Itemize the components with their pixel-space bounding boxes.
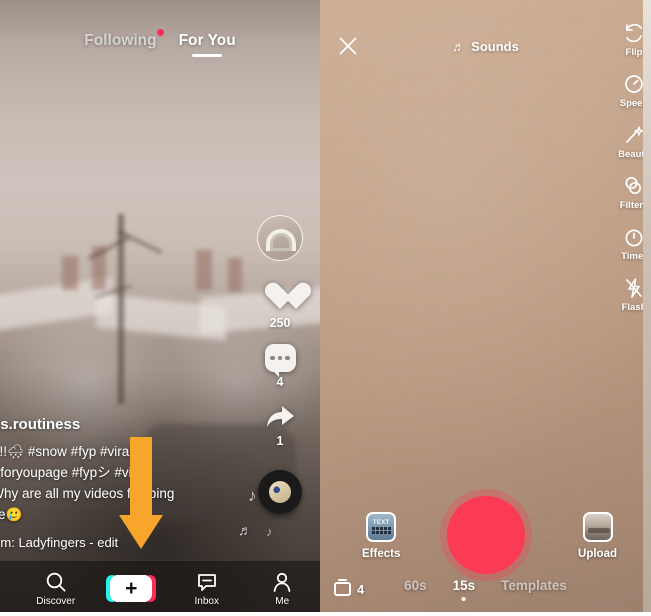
avatar	[257, 215, 303, 261]
like-count: 250	[269, 316, 291, 330]
add-sounds-button[interactable]: ♬ Sounds	[452, 39, 519, 54]
share-count: 1	[276, 434, 284, 448]
chimney-shape	[228, 258, 242, 292]
effects-thumbnail: TEXT	[366, 512, 397, 542]
camera-bottom-controls: TEXT Effects Upload 4 60s 15s Templates	[320, 476, 651, 616]
flip-camera-icon	[626, 23, 642, 43]
mode-15s[interactable]: 15s	[452, 577, 476, 601]
share-arrow-icon	[267, 406, 294, 427]
frames-counter[interactable]: 4	[334, 579, 365, 597]
music-note-icon: ♪	[266, 524, 273, 539]
chimney-shape	[196, 250, 212, 290]
frames-icon	[334, 579, 351, 596]
tiktok-feed-panel: Following For You 250 4 1 ♪ ♬ ♪ s.routin…	[0, 0, 320, 616]
upload-thumbnail	[582, 512, 613, 542]
upload-label: Upload	[578, 548, 617, 560]
nav-item-create[interactable]: +	[94, 575, 170, 602]
inbox-icon	[197, 573, 216, 591]
feed-tab-bar: Following For You	[0, 29, 320, 57]
tiktok-camera-panel: ♬ Sounds Flip Speed Beauty Filters Timer…	[320, 0, 651, 616]
caption-line: ou #foryoupage #fypシ #viral	[0, 465, 147, 481]
chimney-shape	[62, 256, 78, 290]
heart-icon	[264, 283, 296, 313]
flash-icon	[626, 278, 642, 298]
upload-button[interactable]: Upload	[578, 512, 617, 560]
author-username[interactable]: ences.routiness	[0, 416, 250, 433]
video-caption-block: ences.routiness day!!!🌨 #snow #fyp #vira…	[0, 416, 250, 550]
tool-label-flip: Flip	[625, 47, 643, 58]
nav-item-inbox[interactable]: Inbox	[169, 571, 245, 607]
record-button[interactable]	[446, 496, 525, 574]
comment-button[interactable]: 4	[264, 344, 296, 389]
duration-mode-group: 60s 15s Templates	[404, 578, 567, 601]
effects-keyboard-glyph	[371, 527, 391, 530]
comment-count: 4	[276, 375, 284, 389]
active-mode-dot	[461, 596, 466, 601]
effects-tile-text: TEXT	[372, 520, 390, 526]
new-activity-dot	[156, 29, 164, 36]
camera-mode-bar: 4 60s 15s Templates	[320, 574, 651, 604]
bottom-edge-strip	[0, 612, 651, 616]
beauty-wand-icon	[626, 126, 644, 143]
rainbow-avatar-art	[266, 229, 296, 251]
close-camera-button[interactable]	[336, 34, 360, 58]
timer-icon	[625, 229, 643, 247]
caption-line: day!!!🌨 #snow #fyp #viral	[0, 444, 133, 460]
tab-for-you-label: For You	[178, 32, 236, 49]
caption-line: e like🥲	[0, 507, 23, 523]
like-button[interactable]: 250	[264, 283, 296, 330]
avatar-button[interactable]	[257, 215, 303, 261]
music-disc-artwork	[269, 481, 291, 503]
nav-label-me: Me	[275, 595, 290, 607]
mode-templates[interactable]: Templates	[501, 578, 567, 601]
comment-bubble-icon	[264, 344, 296, 377]
close-icon	[339, 37, 357, 55]
right-edge-strip	[643, 0, 651, 616]
feed-bottom-nav: Discover + Inbox Me	[0, 560, 320, 616]
tab-following[interactable]: Following	[84, 29, 164, 57]
effects-keyboard-glyph	[371, 531, 391, 534]
caption-line: vy Why are all my videos flopping	[0, 486, 175, 502]
nav-item-me[interactable]: Me	[245, 571, 321, 607]
speed-icon	[625, 75, 643, 93]
effects-button[interactable]: TEXT Effects	[362, 512, 400, 560]
mode-60s[interactable]: 60s	[404, 578, 427, 601]
profile-icon	[273, 572, 291, 592]
music-note-icon: ♬	[452, 38, 466, 54]
search-icon	[46, 572, 66, 592]
sounds-label: Sounds	[471, 38, 519, 54]
filters-icon	[625, 176, 642, 195]
plus-create-icon: +	[110, 575, 153, 602]
mode-templates-label: Templates	[501, 577, 567, 593]
share-button[interactable]: 1	[264, 403, 296, 448]
plus-create-button[interactable]: +	[106, 575, 157, 602]
tab-following-label: Following	[84, 32, 157, 49]
camera-top-bar: ♬ Sounds	[320, 32, 651, 60]
music-disc-button[interactable]	[258, 470, 302, 514]
frames-count: 4	[357, 581, 365, 597]
active-tab-underline	[192, 54, 223, 57]
nav-label-inbox: Inbox	[194, 595, 219, 607]
music-attribution[interactable]: : from: Ladyfingers - edit	[0, 535, 250, 550]
tiktok-screenshot-pair: Following For You 250 4 1 ♪ ♬ ♪ s.routin…	[0, 0, 651, 616]
mode-60s-label: 60s	[404, 577, 427, 593]
tab-for-you[interactable]: For You	[179, 32, 236, 57]
nav-label-discover: Discover	[36, 595, 76, 607]
effects-label: Effects	[362, 548, 401, 560]
feed-action-rail: 250 4 1	[250, 215, 310, 514]
nav-item-discover[interactable]: Discover	[18, 571, 94, 607]
mode-15s-label: 15s	[452, 577, 476, 593]
